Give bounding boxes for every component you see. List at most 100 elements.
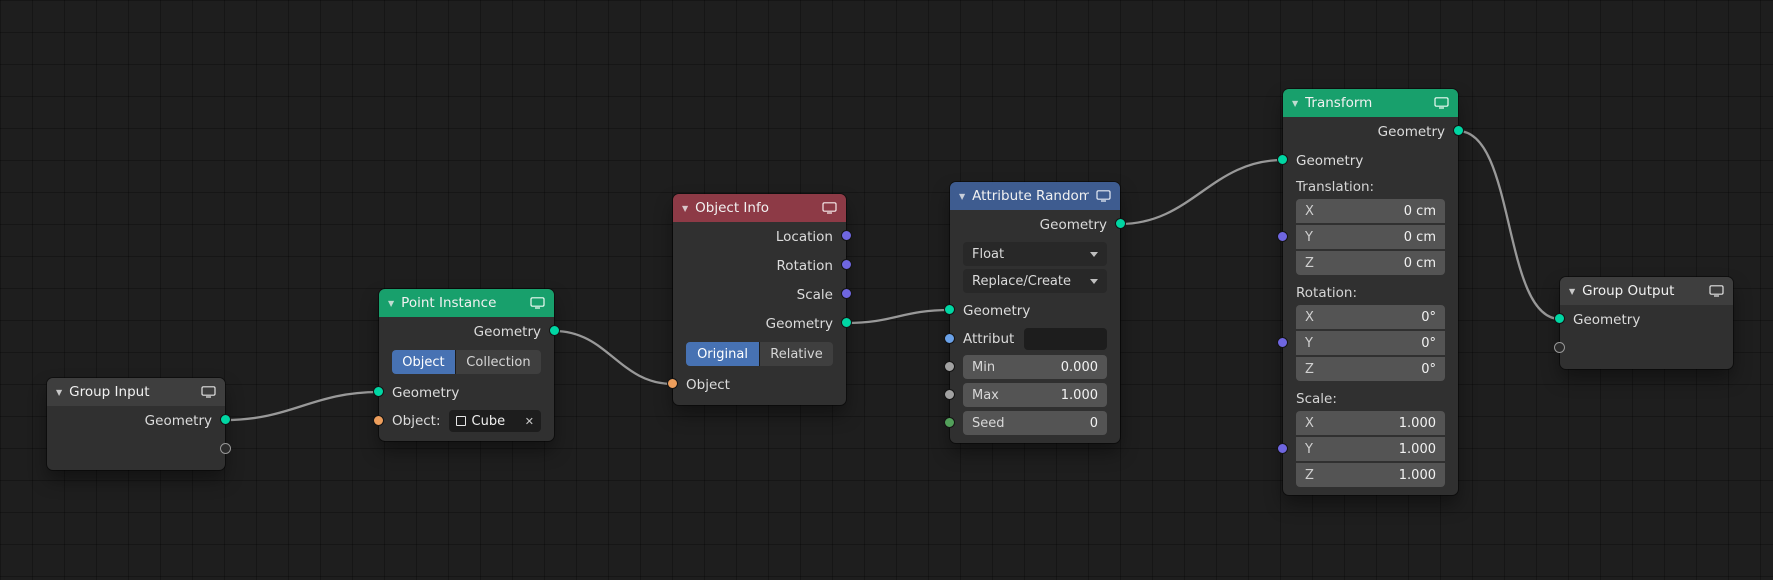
collapse-icon[interactable]: ▼	[1292, 99, 1298, 108]
axis-label: Y	[1305, 229, 1313, 245]
axis-label: X	[1305, 415, 1314, 431]
node-attribute-randomize[interactable]: ▼ Attribute Randomi.. Geometry Float Rep…	[944, 182, 1126, 443]
input-row-geometry: Geometry	[1554, 305, 1733, 334]
socket-seed-input[interactable]	[944, 416, 955, 428]
node-header[interactable]: ▼ Object Info	[673, 194, 846, 222]
input-row-seed: Seed 0	[944, 409, 1120, 437]
data-type-dropdown[interactable]: Float	[963, 242, 1107, 266]
translation-z-field[interactable]: Z 0 cm	[1296, 251, 1445, 275]
socket-scale-output[interactable]	[841, 288, 852, 299]
rotation-y-field[interactable]: Y 0°	[1296, 331, 1445, 355]
socket-geometry-output[interactable]	[549, 325, 560, 336]
instance-type-toggle: Object Collection	[392, 350, 541, 374]
collection-toggle-button[interactable]: Collection	[454, 350, 541, 374]
scale-z-field[interactable]: Z 1.000	[1296, 463, 1445, 487]
max-label: Max	[972, 387, 999, 403]
rotation-x-field[interactable]: X 0°	[1296, 305, 1445, 329]
socket-translation-input[interactable]	[1277, 230, 1288, 242]
socket-scale-input[interactable]	[1277, 442, 1288, 454]
socket-location-output[interactable]	[841, 230, 852, 241]
axis-value: 0 cm	[1403, 203, 1436, 219]
min-number-field[interactable]: Min 0.000	[963, 355, 1107, 379]
socket-geometry-input[interactable]	[944, 304, 955, 315]
object-field-label: Object:	[392, 413, 441, 429]
socket-geometry-output[interactable]	[841, 317, 852, 328]
max-value: 1.000	[1060, 387, 1098, 403]
collapse-icon[interactable]: ▼	[56, 388, 62, 397]
output-row-geometry: Geometry	[47, 406, 231, 435]
attribute-text-field[interactable]	[1024, 328, 1107, 350]
node-header[interactable]: ▼ Group Output	[1560, 277, 1733, 305]
socket-object-input[interactable]	[667, 378, 678, 389]
collapse-icon[interactable]: ▼	[1569, 287, 1575, 296]
data-type-value: Float	[972, 246, 1005, 262]
collapse-icon[interactable]: ▼	[682, 204, 688, 213]
scale-x-field[interactable]: X 1.000	[1296, 411, 1445, 435]
socket-rotation-output[interactable]	[841, 259, 852, 270]
socket-geometry-input[interactable]	[1277, 154, 1288, 165]
node-header[interactable]: ▼ Transform	[1283, 89, 1458, 117]
scale-vector-input: X 1.000 Y 1.000 Z 1.000	[1277, 411, 1445, 487]
node-object-info[interactable]: ▼ Object Info Location Rotation Scale Ge…	[667, 194, 852, 405]
seed-value: 0	[1089, 415, 1098, 431]
socket-geometry-output[interactable]	[220, 414, 231, 425]
seed-number-field[interactable]: Seed 0	[963, 411, 1107, 435]
translation-y-field[interactable]: Y 0 cm	[1296, 225, 1445, 249]
socket-min-input[interactable]	[944, 360, 955, 372]
socket-geometry-input[interactable]	[373, 386, 384, 397]
socket-label: Geometry	[963, 302, 1031, 319]
min-label: Min	[972, 359, 996, 375]
axis-value: 0°	[1421, 361, 1436, 377]
translation-x-field[interactable]: X 0 cm	[1296, 199, 1445, 223]
node-editor-canvas[interactable]: ▼ Group Input Geometry ▼ Point Instance …	[0, 0, 1773, 580]
axis-value: 1.000	[1398, 441, 1436, 457]
display-icon	[201, 386, 216, 398]
socket-label: Scale	[796, 286, 833, 303]
scale-y-field[interactable]: Y 1.000	[1296, 437, 1445, 461]
socket-label: Geometry	[1039, 216, 1107, 233]
rotation-vector-input: X 0° Y 0° Z 0°	[1277, 305, 1445, 381]
input-row-min: Min 0.000	[944, 353, 1120, 381]
node-transform[interactable]: ▼ Transform Geometry Geometry Translatio…	[1277, 89, 1464, 495]
max-number-field[interactable]: Max 1.000	[963, 383, 1107, 407]
relative-toggle-button[interactable]: Relative	[759, 342, 833, 366]
axis-value: 0°	[1421, 309, 1436, 325]
object-picker-value: Cube	[471, 413, 506, 429]
socket-max-input[interactable]	[944, 388, 955, 400]
scale-label: Scale:	[1296, 391, 1337, 407]
close-icon[interactable]: ✕	[525, 415, 534, 428]
input-row-attribute: Attribut	[944, 325, 1120, 353]
socket-geometry-input[interactable]	[1554, 313, 1565, 324]
object-toggle-button[interactable]: Object	[392, 350, 455, 374]
object-picker-field[interactable]: Cube ✕	[448, 410, 541, 432]
socket-geometry-output[interactable]	[1115, 218, 1126, 229]
node-point-instance[interactable]: ▼ Point Instance Geometry Object Collect…	[373, 289, 560, 441]
output-row-rotation: Rotation	[673, 251, 852, 280]
socket-rotation-input[interactable]	[1277, 336, 1288, 348]
axis-value: 1.000	[1398, 415, 1436, 431]
socket-object-input[interactable]	[373, 414, 384, 426]
collapse-icon[interactable]: ▼	[388, 299, 394, 308]
chevron-down-icon	[1090, 251, 1098, 257]
rotation-z-field[interactable]: Z 0°	[1296, 357, 1445, 381]
socket-virtual-output[interactable]	[220, 443, 231, 454]
wire-transform-to-group-output	[1456, 129, 1562, 321]
node-header[interactable]: ▼ Point Instance	[379, 289, 554, 317]
socket-attribute-input[interactable]	[944, 332, 955, 344]
input-row-virtual	[1554, 334, 1733, 363]
operation-dropdown[interactable]: Replace/Create	[963, 269, 1107, 293]
axis-label: X	[1305, 309, 1314, 325]
node-wires	[223, 129, 1562, 422]
node-group-output[interactable]: ▼ Group Output Geometry	[1554, 277, 1733, 369]
original-toggle-button[interactable]: Original	[686, 342, 759, 366]
rotation-label: Rotation:	[1296, 285, 1358, 301]
seed-label: Seed	[972, 415, 1005, 431]
collapse-icon[interactable]: ▼	[959, 192, 965, 201]
socket-virtual-input[interactable]	[1554, 342, 1565, 353]
axis-label: Z	[1305, 467, 1314, 483]
node-header[interactable]: ▼ Attribute Randomi..	[950, 182, 1120, 210]
translation-vector-input: X 0 cm Y 0 cm Z 0 cm	[1277, 199, 1445, 275]
socket-geometry-output[interactable]	[1453, 125, 1464, 136]
node-header[interactable]: ▼ Group Input	[47, 378, 225, 406]
node-group-input[interactable]: ▼ Group Input Geometry	[47, 378, 231, 470]
